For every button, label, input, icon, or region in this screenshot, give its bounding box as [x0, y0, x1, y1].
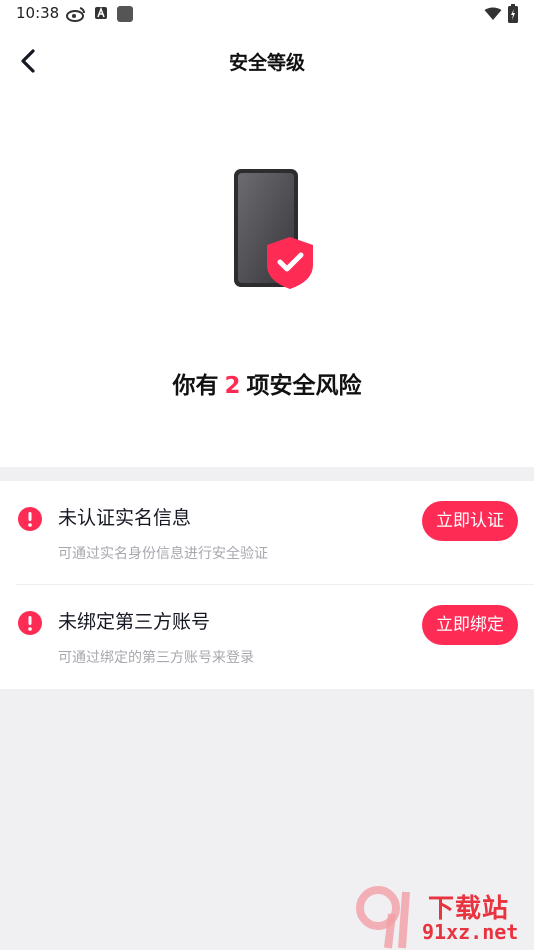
- battery-charging-icon: [508, 4, 518, 23]
- status-time: 10:38: [16, 4, 60, 22]
- risk-suffix: 项安全风险: [246, 373, 362, 399]
- page-title: 安全等级: [228, 52, 305, 74]
- notification-a-icon: [95, 6, 107, 19]
- app-square-icon: [117, 6, 133, 22]
- item-title: 未认证实名信息: [58, 507, 192, 529]
- watermark-url: 91xz.net: [422, 920, 519, 944]
- watermark-logo: 下载站 91xz.net: [356, 886, 532, 950]
- watermark-91-logo-icon: [356, 886, 410, 949]
- warning-icon: [18, 507, 42, 531]
- item-description: 可通过绑定的第三方账号来登录: [58, 650, 254, 666]
- bind-now-button[interactable]: 立即绑定: [422, 605, 518, 645]
- verify-now-button[interactable]: 立即认证: [422, 501, 518, 541]
- status-bar: 10:38: [0, 0, 534, 28]
- risk-summary: 你有 2 项安全风险: [0, 366, 534, 400]
- item-title: 未绑定第三方账号: [58, 611, 211, 633]
- phone-shield-check-icon: [234, 169, 313, 289]
- list-item: 未绑定第三方账号 可通过绑定的第三方账号来登录 立即绑定: [0, 585, 534, 689]
- wifi-icon: [484, 7, 502, 20]
- nav-bar: 安全等级: [0, 36, 534, 86]
- warning-icon: [18, 611, 42, 635]
- risk-prefix: 你有: [172, 373, 219, 399]
- list-item: 未认证实名信息 可通过实名身份信息进行安全验证 立即认证: [0, 481, 534, 585]
- item-description: 可通过实名身份信息进行安全验证: [58, 546, 268, 562]
- weibo-icon: [66, 7, 85, 22]
- risk-count: 2: [224, 373, 241, 399]
- risk-list: 未认证实名信息 可通过实名身份信息进行安全验证 立即认证 未绑定第三方账号 可通…: [0, 481, 534, 689]
